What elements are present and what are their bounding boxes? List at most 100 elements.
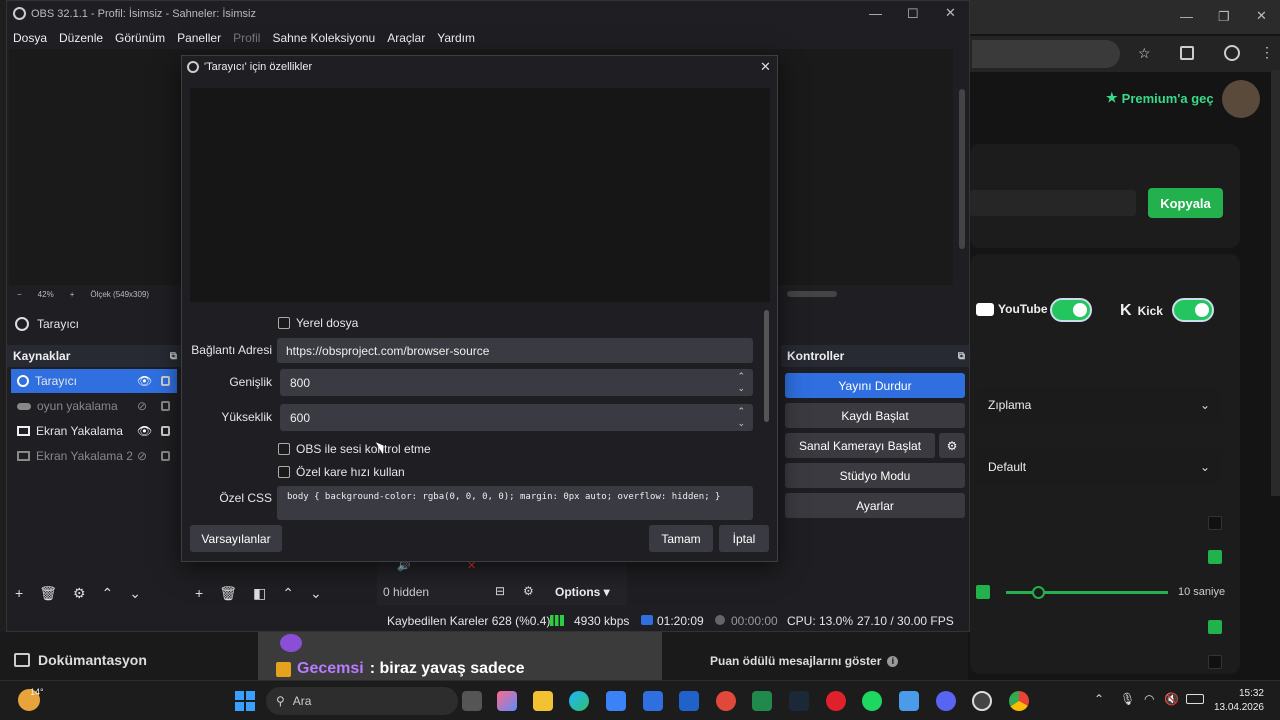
task-view-icon[interactable] (462, 691, 482, 711)
source-item[interactable]: Tarayıcı 👁 (11, 369, 177, 393)
premium-link[interactable]: ★ Premium'a geç (1106, 90, 1214, 106)
menu-scene-collection[interactable]: Sahne Koleksiyonu (266, 31, 381, 45)
discord-icon[interactable] (936, 691, 956, 711)
docs-link[interactable]: Dokümantasyon (14, 652, 147, 668)
mixer-layout-icon[interactable]: ⊟ (495, 584, 505, 598)
menu-docks[interactable]: Paneller (171, 31, 227, 45)
add-icon[interactable]: + (195, 585, 203, 601)
windows-start-icon[interactable] (235, 691, 255, 711)
checkbox-box[interactable] (278, 443, 290, 455)
trash-icon[interactable]: 🗑 (219, 585, 237, 602)
menu-profile[interactable]: Profil (227, 31, 266, 45)
checkbox-box[interactable] (278, 466, 290, 478)
gear-icon[interactable]: ⚙ (73, 585, 86, 602)
more-icon[interactable]: ⋮ (1260, 44, 1274, 61)
checkbox[interactable] (976, 585, 990, 599)
copy-button[interactable]: Kopyala (1148, 188, 1223, 218)
opera-icon[interactable] (826, 691, 846, 711)
menu-view[interactable]: Görünüm (109, 31, 171, 45)
profile-icon[interactable] (1224, 45, 1240, 61)
minimize-icon[interactable]: — (869, 6, 882, 21)
undock-icon[interactable]: ⧉ (958, 351, 965, 362)
clock-time[interactable]: 15:32 (1214, 688, 1264, 699)
outlook-icon[interactable] (679, 691, 699, 711)
trash-icon[interactable]: 🗑 (39, 585, 57, 602)
minimize-icon[interactable]: — (1180, 9, 1193, 24)
move-down-icon[interactable]: ⌄ (310, 585, 322, 602)
checkbox[interactable] (1208, 550, 1222, 564)
custom-fps-checkbox[interactable]: Özel kare hızı kullan (278, 465, 405, 479)
spin-arrows-icon[interactable]: ⌃ ⌄ (737, 405, 745, 429)
start-virtual-camera-button[interactable]: Sanal Kamerayı Başlat (785, 433, 935, 458)
maximize-icon[interactable]: ❐ (1218, 9, 1230, 25)
eye-hidden-icon[interactable]: ⊘ (137, 449, 147, 463)
virtual-camera-settings-button[interactable]: ⚙ (939, 433, 965, 458)
settings-button[interactable]: Ayarlar (785, 493, 965, 518)
lock-icon[interactable] (161, 376, 170, 386)
duration-slider[interactable] (1006, 586, 1168, 599)
source-item[interactable]: oyun yakalama ⊘ (11, 394, 177, 418)
scrollbar[interactable] (1271, 70, 1280, 496)
avatar[interactable] (1222, 80, 1260, 118)
start-record-button[interactable]: Kaydı Başlat (785, 403, 965, 428)
filter-icon[interactable]: ◧ (253, 585, 266, 602)
speaker-muted-icon[interactable]: 🔇 (1164, 692, 1179, 706)
extensions-icon[interactable] (1180, 46, 1194, 60)
app-icon[interactable] (716, 691, 736, 711)
scrollbar[interactable] (787, 291, 837, 297)
source-item[interactable]: Ekran Yakalama 2 ⊘ (11, 444, 177, 468)
kick-toggle[interactable] (1172, 298, 1214, 322)
info-icon[interactable]: i (887, 655, 899, 667)
maximize-icon[interactable]: ☐ (907, 6, 919, 22)
checkbox[interactable] (1208, 620, 1222, 634)
cancel-button[interactable]: İptal (719, 525, 769, 552)
checkbox[interactable] (1208, 516, 1222, 530)
defaults-button[interactable]: Varsayılanlar (190, 525, 282, 552)
copilot-icon[interactable] (497, 691, 517, 711)
stop-stream-button[interactable]: Yayını Durdur (785, 373, 965, 398)
file-explorer-icon[interactable] (533, 691, 553, 711)
custom-css-textarea[interactable]: body { background-color: rgba(0, 0, 0, 0… (277, 486, 753, 520)
ok-button[interactable]: Tamam (649, 525, 713, 552)
menu-tools[interactable]: Araçlar (381, 31, 431, 45)
source-item[interactable]: Ekran Yakalama 👁 (11, 419, 177, 443)
width-spinbox[interactable]: 800 ⌃ ⌄ (280, 369, 753, 396)
eye-icon[interactable]: 👁 (137, 374, 152, 388)
gear-icon[interactable]: ⚙ (523, 584, 534, 598)
move-up-icon[interactable]: ⌃ (102, 585, 114, 602)
options-dropdown[interactable]: Options ▾ (555, 585, 610, 599)
address-bar[interactable] (972, 40, 1120, 68)
store-icon[interactable] (606, 691, 626, 711)
spin-arrows-icon[interactable]: ⌃ ⌄ (737, 370, 745, 394)
eye-hidden-icon[interactable]: ⊘ (137, 399, 147, 413)
menu-help[interactable]: Yardım (431, 31, 481, 45)
add-icon[interactable]: + (15, 585, 23, 601)
menu-edit[interactable]: Düzenle (53, 31, 109, 45)
steam-icon[interactable] (789, 691, 809, 711)
scrollbar[interactable] (959, 89, 965, 249)
lock-icon[interactable] (161, 401, 170, 411)
link-field[interactable] (970, 190, 1136, 216)
chevron-up-icon[interactable]: ⌃ (1094, 692, 1104, 706)
microphone-icon[interactable]: 🎙 (1120, 692, 1135, 706)
eye-icon[interactable]: 👁 (137, 424, 152, 438)
obs-icon[interactable] (972, 691, 992, 711)
studio-mode-button[interactable]: Stüdyo Modu (785, 463, 965, 488)
app-icon[interactable] (643, 691, 663, 711)
lock-icon[interactable] (161, 426, 170, 436)
local-file-checkbox[interactable]: Yerel dosya (278, 316, 358, 330)
move-up-icon[interactable]: ⌃ (282, 585, 294, 602)
close-icon[interactable]: ✕ (760, 59, 771, 75)
excel-icon[interactable] (752, 691, 772, 711)
youtube-toggle[interactable] (1050, 298, 1092, 322)
scrollbar[interactable] (764, 310, 769, 422)
close-icon[interactable]: ✕ (1256, 8, 1267, 24)
zoom-out-icon[interactable]: − (17, 290, 22, 299)
battery-icon[interactable] (1186, 694, 1204, 704)
app-icon[interactable] (899, 691, 919, 711)
chrome-icon[interactable] (1009, 691, 1029, 711)
checkbox[interactable] (1208, 655, 1222, 669)
spotify-icon[interactable] (862, 691, 882, 711)
edge-icon[interactable] (569, 691, 589, 711)
menu-file[interactable]: Dosya (7, 31, 53, 45)
